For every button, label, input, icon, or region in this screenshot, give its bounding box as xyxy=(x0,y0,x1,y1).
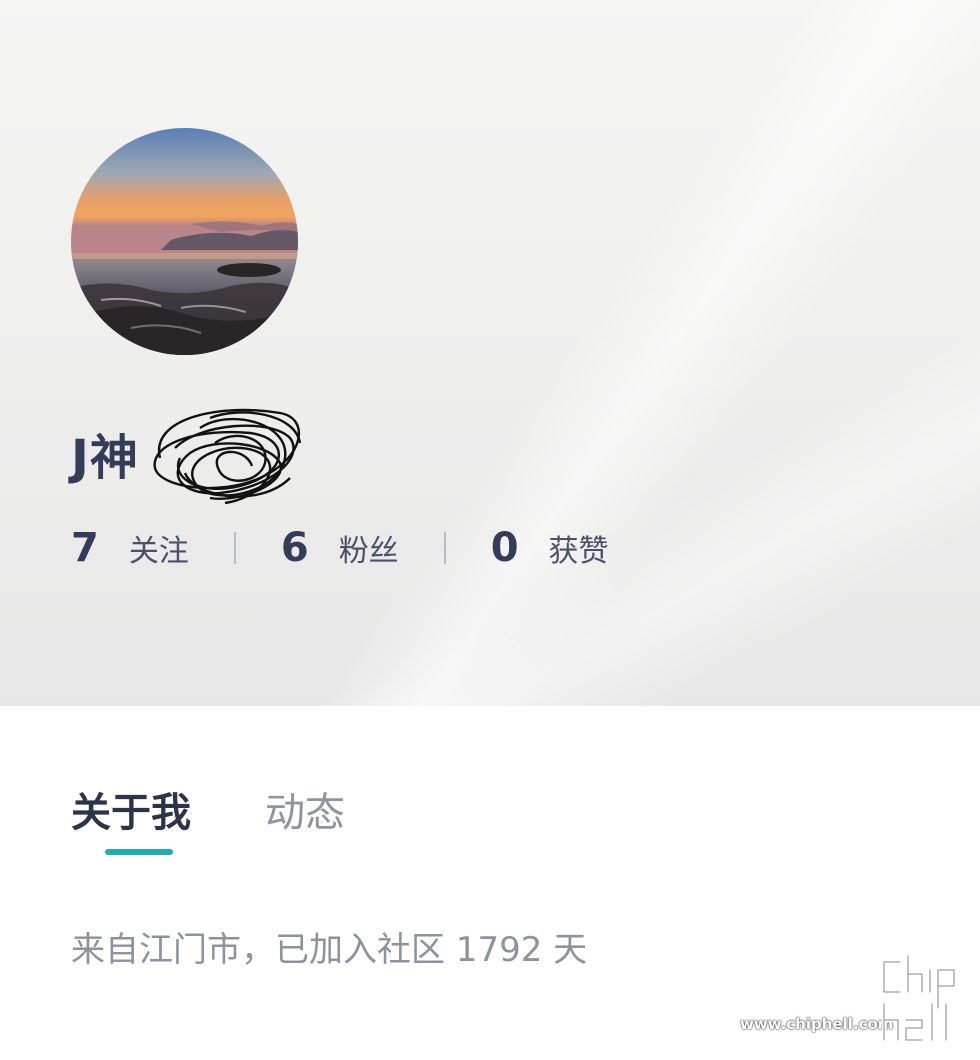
followers-label: 粉丝 xyxy=(338,534,399,569)
stat-following[interactable]: 7 关注 xyxy=(71,525,189,571)
following-count: 7 xyxy=(71,525,99,571)
sunset-avatar-image xyxy=(71,128,298,355)
tab-activity[interactable]: 动态 xyxy=(265,780,345,838)
stat-divider xyxy=(233,532,236,564)
stat-divider xyxy=(443,532,446,564)
likes-label: 获赞 xyxy=(548,534,609,569)
stat-followers[interactable]: 6 粉丝 xyxy=(281,525,399,571)
profile-cover: J神 7 关注 6 粉丝 0 获赞 xyxy=(0,0,980,706)
watermark-url: www.chiphell.com xyxy=(740,1015,894,1033)
profile-stats: 7 关注 6 粉丝 0 获赞 xyxy=(71,523,609,573)
watermark: www.chiphell.com xyxy=(740,950,980,1060)
redaction-scribble xyxy=(153,408,302,505)
chiphell-logo-icon xyxy=(882,954,956,1042)
followers-count: 6 xyxy=(280,525,309,571)
profile-page: J神 7 关注 6 粉丝 0 获赞 关于我 动态 来自江门市，已加入社区 179… xyxy=(0,0,980,1060)
following-label: 关注 xyxy=(128,534,189,569)
username: J神 xyxy=(71,430,139,486)
likes-count: 0 xyxy=(490,525,519,571)
tab-about-me[interactable]: 关于我 xyxy=(71,780,191,838)
active-tab-indicator xyxy=(105,849,173,855)
avatar[interactable] xyxy=(71,128,298,355)
about-intro-text: 来自江门市，已加入社区 1792 天 xyxy=(71,930,588,970)
stat-likes[interactable]: 0 获赞 xyxy=(491,525,609,571)
